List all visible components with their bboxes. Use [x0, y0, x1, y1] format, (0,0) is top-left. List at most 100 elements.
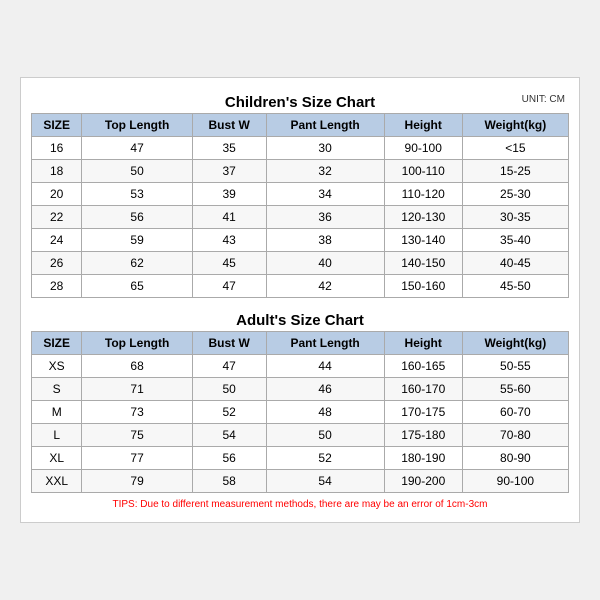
- table-cell: 42: [266, 275, 384, 298]
- table-cell: <15: [462, 137, 568, 160]
- table-cell: 34: [266, 183, 384, 206]
- table-row: 1647353090-100<15: [32, 137, 569, 160]
- children-unit-label: UNIT: CM: [522, 94, 565, 105]
- table-cell: 110-120: [384, 183, 462, 206]
- table-cell: 44: [266, 355, 384, 378]
- table-row: 24594338130-14035-40: [32, 229, 569, 252]
- table-cell: 30-35: [462, 206, 568, 229]
- table-cell: 58: [192, 470, 266, 493]
- table-cell: 80-90: [462, 447, 568, 470]
- children-col-bust-w: Bust W: [192, 114, 266, 137]
- table-cell: 54: [266, 470, 384, 493]
- table-cell: 71: [82, 378, 192, 401]
- tips-text: TIPS: Due to different measurement metho…: [31, 493, 569, 512]
- table-cell: 175-180: [384, 424, 462, 447]
- table-cell: 150-160: [384, 275, 462, 298]
- adults-table: SIZE Top Length Bust W Pant Length Heigh…: [31, 331, 569, 493]
- table-cell: 190-200: [384, 470, 462, 493]
- table-cell: 45-50: [462, 275, 568, 298]
- table-cell: 26: [32, 252, 82, 275]
- children-col-size: SIZE: [32, 114, 82, 137]
- table-cell: 68: [82, 355, 192, 378]
- table-cell: 25-30: [462, 183, 568, 206]
- table-cell: 47: [82, 137, 192, 160]
- children-title: Children's Size Chart UNIT: CM: [31, 88, 569, 113]
- table-cell: XS: [32, 355, 82, 378]
- table-cell: 32: [266, 160, 384, 183]
- table-cell: XL: [32, 447, 82, 470]
- table-cell: 15-25: [462, 160, 568, 183]
- children-col-pant-length: Pant Length: [266, 114, 384, 137]
- table-cell: M: [32, 401, 82, 424]
- children-table: SIZE Top Length Bust W Pant Length Heigh…: [31, 113, 569, 298]
- adults-col-pant-length: Pant Length: [266, 332, 384, 355]
- table-row: XXL795854190-20090-100: [32, 470, 569, 493]
- chart-container: Children's Size Chart UNIT: CM SIZE Top …: [20, 77, 580, 523]
- table-cell: 47: [192, 355, 266, 378]
- table-cell: 37: [192, 160, 266, 183]
- adults-header-row: SIZE Top Length Bust W Pant Length Heigh…: [32, 332, 569, 355]
- table-cell: 22: [32, 206, 82, 229]
- table-cell: 53: [82, 183, 192, 206]
- table-cell: 130-140: [384, 229, 462, 252]
- table-cell: S: [32, 378, 82, 401]
- table-cell: 43: [192, 229, 266, 252]
- table-cell: 38: [266, 229, 384, 252]
- table-row: XS684744160-16550-55: [32, 355, 569, 378]
- table-cell: XXL: [32, 470, 82, 493]
- table-cell: 62: [82, 252, 192, 275]
- adults-col-height: Height: [384, 332, 462, 355]
- table-cell: 100-110: [384, 160, 462, 183]
- table-cell: 50-55: [462, 355, 568, 378]
- adults-col-top-length: Top Length: [82, 332, 192, 355]
- table-cell: 120-130: [384, 206, 462, 229]
- table-cell: 140-150: [384, 252, 462, 275]
- table-cell: 35-40: [462, 229, 568, 252]
- children-col-height: Height: [384, 114, 462, 137]
- children-col-weight: Weight(kg): [462, 114, 568, 137]
- table-cell: 36: [266, 206, 384, 229]
- adults-col-size: SIZE: [32, 332, 82, 355]
- table-row: M735248170-17560-70: [32, 401, 569, 424]
- table-cell: 60-70: [462, 401, 568, 424]
- table-row: 28654742150-16045-50: [32, 275, 569, 298]
- table-cell: 46: [266, 378, 384, 401]
- table-cell: 35: [192, 137, 266, 160]
- table-row: 26624540140-15040-45: [32, 252, 569, 275]
- table-cell: 30: [266, 137, 384, 160]
- table-cell: 50: [266, 424, 384, 447]
- table-row: 20533934110-12025-30: [32, 183, 569, 206]
- table-cell: 90-100: [384, 137, 462, 160]
- table-cell: 48: [266, 401, 384, 424]
- table-row: 22564136120-13030-35: [32, 206, 569, 229]
- table-cell: 180-190: [384, 447, 462, 470]
- adults-col-bust-w: Bust W: [192, 332, 266, 355]
- table-cell: 90-100: [462, 470, 568, 493]
- table-cell: 170-175: [384, 401, 462, 424]
- table-cell: 75: [82, 424, 192, 447]
- table-cell: 24: [32, 229, 82, 252]
- table-cell: 18: [32, 160, 82, 183]
- table-cell: 40-45: [462, 252, 568, 275]
- table-cell: 56: [192, 447, 266, 470]
- table-cell: L: [32, 424, 82, 447]
- table-cell: 20: [32, 183, 82, 206]
- children-header-row: SIZE Top Length Bust W Pant Length Heigh…: [32, 114, 569, 137]
- adults-title-text: Adult's Size Chart: [236, 312, 364, 329]
- table-cell: 160-170: [384, 378, 462, 401]
- table-cell: 65: [82, 275, 192, 298]
- table-cell: 77: [82, 447, 192, 470]
- table-cell: 50: [82, 160, 192, 183]
- table-cell: 40: [266, 252, 384, 275]
- table-cell: 56: [82, 206, 192, 229]
- table-row: L755450175-18070-80: [32, 424, 569, 447]
- table-cell: 160-165: [384, 355, 462, 378]
- table-cell: 47: [192, 275, 266, 298]
- children-col-top-length: Top Length: [82, 114, 192, 137]
- table-cell: 59: [82, 229, 192, 252]
- table-row: XL775652180-19080-90: [32, 447, 569, 470]
- adults-col-weight: Weight(kg): [462, 332, 568, 355]
- table-cell: 73: [82, 401, 192, 424]
- children-title-text: Children's Size Chart: [225, 94, 375, 111]
- table-cell: 41: [192, 206, 266, 229]
